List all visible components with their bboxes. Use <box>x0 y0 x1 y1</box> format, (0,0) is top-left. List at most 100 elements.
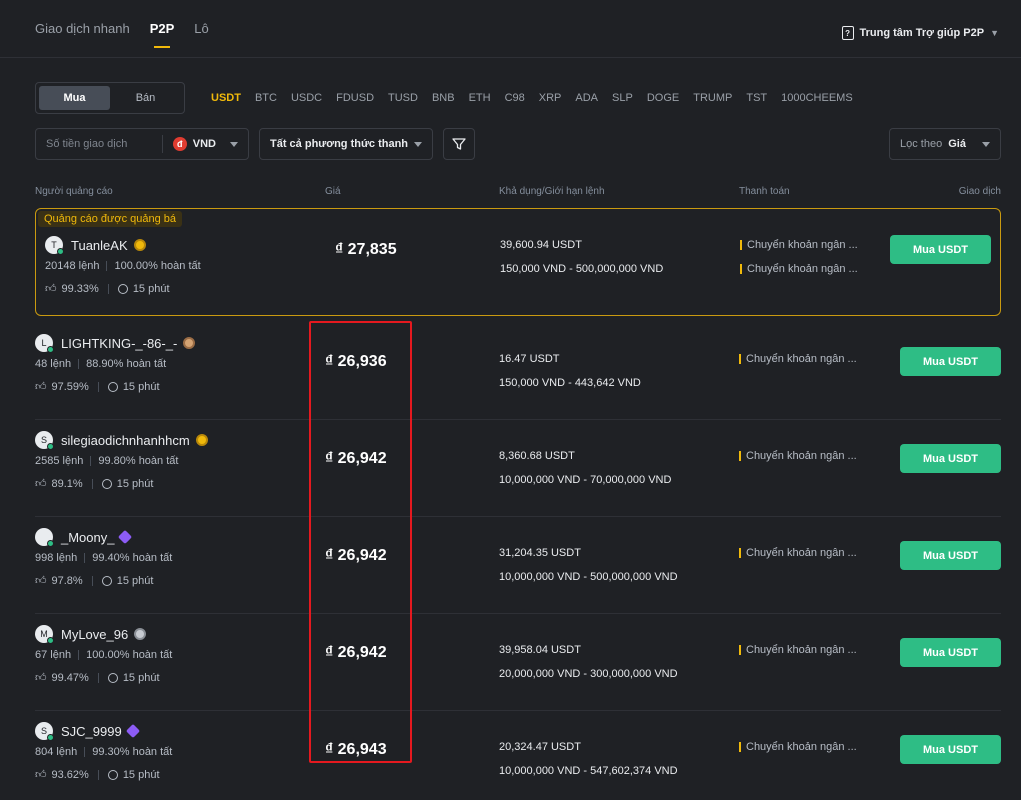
help-doc-icon: ? <box>841 26 854 40</box>
payment-time-limit: 15 phút <box>122 768 160 781</box>
payment-marker <box>739 451 741 461</box>
advertiser-name[interactable]: TuanleAK <box>71 238 128 253</box>
advertiser-info: T TuanleAK 20148 lệnh 100.00% hoàn tất 👍… <box>45 235 201 295</box>
payment-method-select[interactable]: Tất cả phương thức thanh <box>259 128 433 160</box>
availability: 39,958.04 USDT 20,000,000 VND - 300,000,… <box>499 644 678 680</box>
advertiser-name[interactable]: SJC_9999 <box>61 724 122 739</box>
available-amount: 39,600.94 USDT <box>500 239 582 251</box>
payment-method-label: Chuyển khoản ngân ... <box>746 644 857 656</box>
buy-usdt-button[interactable]: Mua USDT <box>890 235 991 264</box>
avatar[interactable] <box>35 528 54 547</box>
currency-select[interactable]: VND <box>193 138 216 150</box>
sort-value: Giá <box>948 138 966 150</box>
buy-usdt-button[interactable]: Mua USDT <box>900 541 1001 570</box>
coin-tab[interactable]: ADA <box>575 92 598 104</box>
advertiser-name[interactable]: LIGHTKING-_-86-_- <box>61 336 177 351</box>
buy-usdt-button[interactable]: Mua USDT <box>900 444 1001 473</box>
avatar[interactable]: S <box>35 431 54 450</box>
avatar[interactable]: T <box>45 236 64 255</box>
header-payment: Thanh toán <box>739 186 790 197</box>
coin-tab[interactable]: BTC <box>255 92 277 104</box>
caret-down-icon <box>414 141 422 147</box>
payment-method: Chuyển khoản ngân ... <box>740 239 858 251</box>
vnd-currency-icon: đ <box>172 137 187 151</box>
payment-method: Chuyển khoản ngân ... <box>739 644 857 656</box>
divider <box>91 478 93 489</box>
divider <box>106 261 108 271</box>
coin-tab[interactable]: DOGE <box>647 92 679 104</box>
clock-icon <box>101 478 112 489</box>
available-amount: 16.47 USDT <box>499 353 560 365</box>
thumbs-up-icon: 👍︎ <box>35 769 47 781</box>
coin-tab[interactable]: TRUMP <box>693 92 732 104</box>
coin-tab[interactable]: TST <box>746 92 767 104</box>
filter-button[interactable] <box>443 128 475 160</box>
payment-method-label: Chuyển khoản ngân ... <box>747 239 858 251</box>
advertiser-info: M MyLove_96 67 lệnh 100.00% hoàn tất 👍︎ … <box>35 624 172 684</box>
payment-methods: Chuyển khoản ngân ... <box>739 644 857 668</box>
buy-usdt-button[interactable]: Mua USDT <box>900 735 1001 764</box>
payment-methods: Chuyển khoản ngân ... <box>739 741 857 765</box>
filter-bar: Số tiền giao dịch đ VND Tất cả phương th… <box>35 128 1001 160</box>
coin-tab[interactable]: ETH <box>469 92 491 104</box>
merchant-badge-icon <box>125 723 140 739</box>
thumbs-up-icon: 👍︎ <box>35 575 47 587</box>
unit-price: ₫ 26,936 <box>325 353 387 370</box>
payment-methods: Chuyển khoản ngân ... Chuyển khoản ngân .… <box>740 239 858 287</box>
online-status-dot <box>47 734 54 741</box>
amount-input[interactable]: Số tiền giao dịch đ VND <box>35 128 249 160</box>
help-center-label: Trung tâm Trợ giúp P2P <box>859 27 985 39</box>
coin-tab[interactable]: FDUSD <box>336 92 374 104</box>
tab-block[interactable]: Lô <box>194 3 208 54</box>
avatar-initial: M <box>40 629 48 639</box>
available-amount: 31,204.35 USDT <box>499 547 581 559</box>
coin-tab[interactable]: USDC <box>291 92 322 104</box>
table-row: S SJC_9999 804 lệnh 99.30% hoàn tất 👍︎ 9… <box>35 711 1001 800</box>
availability: 20,324.47 USDT 10,000,000 VND - 547,602,… <box>499 741 678 777</box>
sort-select[interactable]: Lọc theo Giá <box>889 128 1001 160</box>
positive-rating: 99.33% <box>61 282 99 295</box>
coin-tab[interactable]: 1000CHEEMS <box>781 92 853 104</box>
buy-usdt-button[interactable]: Mua USDT <box>900 347 1001 376</box>
filter-icon <box>452 138 466 150</box>
avatar[interactable]: M <box>35 625 54 644</box>
advertiser-name[interactable]: silegiaodichnhanhhcm <box>61 433 190 448</box>
trade-selector: Mua Bán USDT BTC USDC FDUSD TUSD BNB ETH C98 XRP… <box>35 82 1001 114</box>
payment-marker <box>739 548 741 558</box>
divider <box>107 283 109 294</box>
sell-toggle[interactable]: Bán <box>110 86 181 110</box>
coin-tab[interactable]: TUSD <box>388 92 418 104</box>
availability: 39,600.94 USDT 150,000 VND - 500,000,000… <box>500 239 663 275</box>
payment-method-label: Chuyển khoản ngân ... <box>746 353 857 365</box>
buy-toggle[interactable]: Mua <box>39 86 110 110</box>
tab-quick-trade[interactable]: Giao dịch nhanh <box>35 3 130 54</box>
coin-tab[interactable]: C98 <box>505 92 525 104</box>
available-amount: 20,324.47 USDT <box>499 741 581 753</box>
top-nav: Giao dịch nhanh P2P Lô ? Trung tâm Trợ g… <box>0 0 1021 58</box>
sort-label: Lọc theo <box>900 138 943 150</box>
completion-rate: 99.30% hoàn tất <box>92 746 173 758</box>
merchant-badge-icon <box>195 434 208 446</box>
payment-method: Chuyển khoản ngân ... <box>740 263 858 275</box>
help-center-link[interactable]: ? Trung tâm Trợ giúp P2P ▼ <box>841 26 999 40</box>
avatar[interactable]: L <box>35 334 54 353</box>
positive-rating: 93.62% <box>51 768 89 781</box>
advertiser-name[interactable]: _Moony_ <box>61 530 114 545</box>
buy-usdt-button[interactable]: Mua USDT <box>900 638 1001 667</box>
coin-tab[interactable]: SLP <box>612 92 633 104</box>
coin-tab[interactable]: BNB <box>432 92 455 104</box>
completion-rate: 100.00% hoàn tất <box>86 649 173 661</box>
advertiser-name[interactable]: MyLove_96 <box>61 627 128 642</box>
order-limit: 150,000 VND - 500,000,000 VND <box>500 263 664 275</box>
payment-method-value: Tất cả phương thức thanh <box>270 138 409 150</box>
positive-rating: 97.59% <box>51 380 89 393</box>
coin-tab[interactable]: USDT <box>211 92 241 104</box>
divider <box>90 456 92 466</box>
avatar[interactable]: S <box>35 722 54 741</box>
payment-method-label: Chuyển khoản ngân ... <box>747 263 858 275</box>
tab-p2p[interactable]: P2P <box>150 3 174 54</box>
coin-list: USDT BTC USDC FDUSD TUSD BNB ETH C98 XRP ADA SLP DO… <box>211 92 867 104</box>
payment-time-limit: 15 phút <box>122 671 160 684</box>
clock-icon <box>101 575 112 586</box>
coin-tab[interactable]: XRP <box>539 92 562 104</box>
